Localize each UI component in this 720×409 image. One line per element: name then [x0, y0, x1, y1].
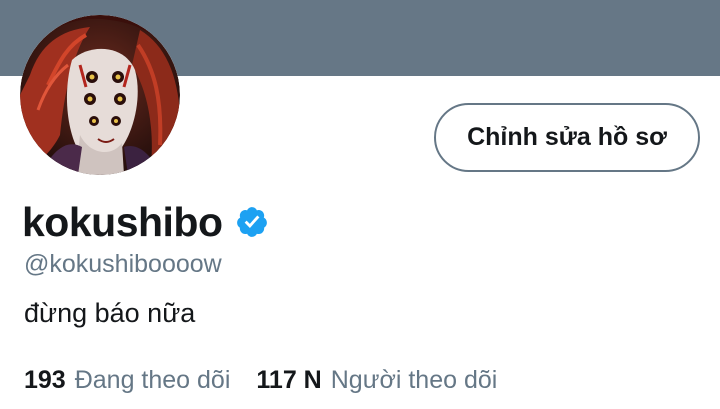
- verified-badge-icon: [235, 205, 269, 239]
- following-count: 193: [24, 366, 66, 394]
- followers-count: 117 N: [256, 366, 322, 394]
- avatar-portrait: [20, 15, 180, 175]
- profile-name-row: kokushibo: [22, 196, 269, 248]
- following-stat[interactable]: 193 Đang theo dõi: [24, 366, 230, 395]
- followers-label: Người theo dõi: [330, 366, 498, 394]
- display-name: kokushibo: [22, 198, 223, 245]
- edit-profile-button[interactable]: Chỉnh sửa hồ sơ: [434, 103, 700, 172]
- profile-bio: đừng báo nữa: [24, 298, 196, 328]
- profile-avatar[interactable]: [20, 15, 180, 175]
- following-label: Đang theo dõi: [74, 366, 231, 394]
- followers-stat[interactable]: 117 N Người theo dõi: [256, 366, 497, 395]
- profile-stats: 193 Đang theo dõi 117 N Người theo dõi: [24, 366, 497, 400]
- profile-handle: @kokushiboooow: [24, 250, 222, 278]
